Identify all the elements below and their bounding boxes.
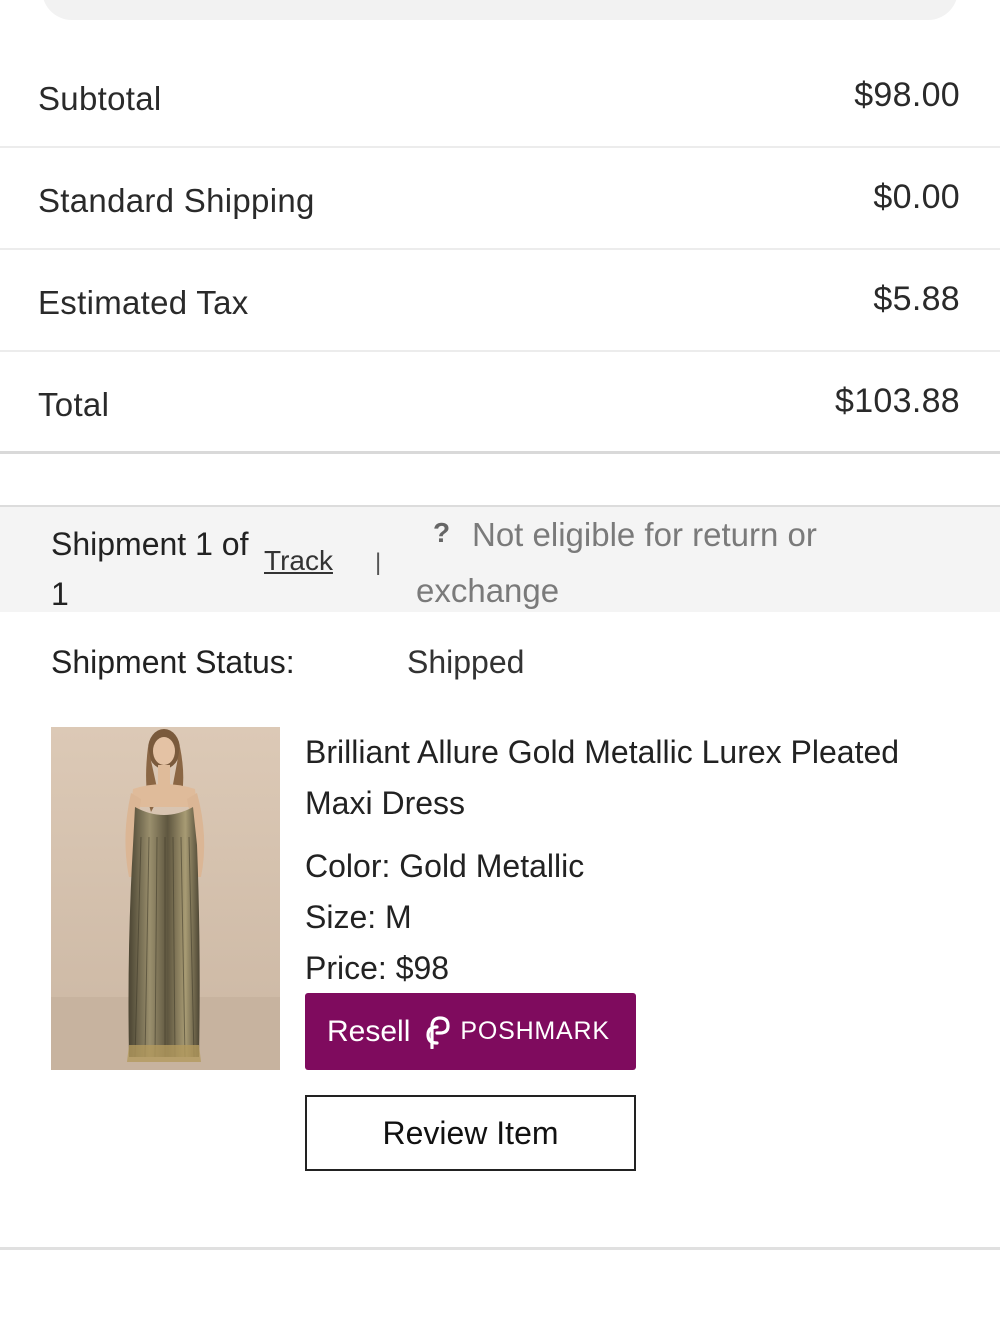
track-link[interactable]: Track <box>264 545 333 577</box>
resell-label: Resell <box>327 1014 411 1048</box>
subtotal-value: $98.00 <box>854 76 960 114</box>
product-image[interactable] <box>51 727 280 1070</box>
shipment-status-label: Shipment Status: <box>51 644 295 680</box>
shipment-header: Shipment 1 of 1 Track | ? Not eligible f… <box>0 505 1000 612</box>
total-label: Total <box>38 386 110 423</box>
product-color: Color: Gold Metallic <box>305 848 585 884</box>
total-row: Total $103.88 <box>0 352 1000 454</box>
tax-value: $5.88 <box>873 280 960 318</box>
header-separator: | <box>375 549 382 576</box>
dress-photo-icon <box>51 727 280 1070</box>
poshmark-label: POSHMARK <box>460 1017 610 1045</box>
product-name[interactable]: Brilliant Allure Gold Metallic Lurex Ple… <box>305 727 945 829</box>
product-price: Price: $98 <box>305 950 450 986</box>
shipping-row: Standard Shipping $0.00 <box>0 148 1000 250</box>
product-details: Brilliant Allure Gold Metallic Lurex Ple… <box>305 727 945 994</box>
shipping-label: Standard Shipping <box>38 182 315 219</box>
shipment-status-value: Shipped <box>407 644 525 680</box>
poshmark-logo-icon <box>426 1015 450 1049</box>
resell-poshmark-button[interactable]: Resell POSHMARK <box>305 993 636 1070</box>
search-bar-edge <box>42 0 958 20</box>
order-summary: Subtotal $98.00 Standard Shipping $0.00 … <box>0 46 1000 454</box>
review-item-button[interactable]: Review Item <box>305 1095 636 1171</box>
tax-label: Estimated Tax <box>38 284 249 321</box>
return-eligibility-text: Not eligible for return or exchange <box>416 516 817 609</box>
total-value: $103.88 <box>834 382 960 420</box>
tax-row: Estimated Tax $5.88 <box>0 250 1000 352</box>
subtotal-label: Subtotal <box>38 80 162 117</box>
subtotal-row: Subtotal $98.00 <box>0 46 1000 148</box>
product-size: Size: M <box>305 899 412 935</box>
bottom-divider <box>0 1247 1000 1250</box>
shipping-value: $0.00 <box>873 178 960 216</box>
shipment-title: Shipment 1 of 1 <box>51 526 249 612</box>
